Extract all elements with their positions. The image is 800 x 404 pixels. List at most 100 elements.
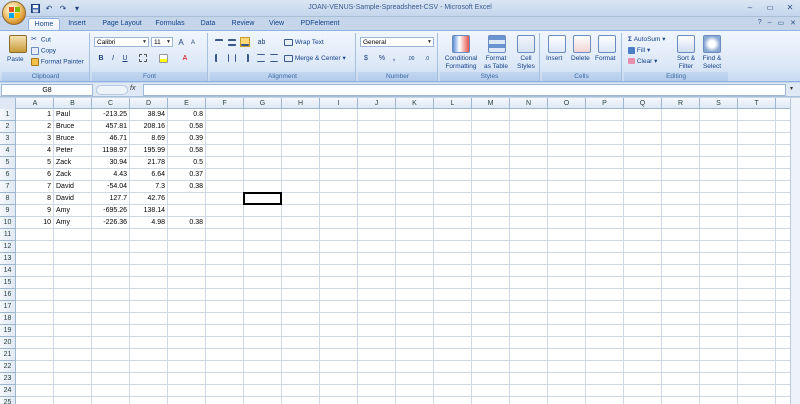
cell-d4[interactable]: 195.99 bbox=[130, 145, 167, 157]
selected-cell-outline[interactable] bbox=[243, 192, 282, 205]
cell-d7[interactable]: 7.3 bbox=[130, 181, 167, 193]
copy-button[interactable]: Copy bbox=[31, 47, 56, 56]
cell-a3[interactable]: 3 bbox=[17, 133, 53, 145]
cell-a6[interactable]: 6 bbox=[17, 169, 53, 181]
minimize-button[interactable]: – bbox=[744, 2, 756, 13]
format-as-table-button[interactable]: Format as Table bbox=[480, 55, 512, 71]
row-header-23[interactable]: 23 bbox=[0, 373, 16, 385]
borders-button[interactable] bbox=[138, 53, 148, 63]
fill-color-button[interactable] bbox=[158, 53, 168, 63]
tab-view[interactable]: View bbox=[263, 18, 290, 30]
cell-b1[interactable]: Paul bbox=[54, 109, 91, 121]
cell-c5[interactable]: 30.94 bbox=[92, 157, 129, 169]
binoculars-icon[interactable] bbox=[703, 35, 721, 53]
wrap-text-button[interactable]: Wrap Text bbox=[284, 39, 324, 47]
cell-d8[interactable]: 42.76 bbox=[130, 193, 167, 205]
cell-c10[interactable]: -226.36 bbox=[92, 217, 129, 229]
orientation-button[interactable]: ab bbox=[256, 37, 266, 47]
column-header-s[interactable]: S bbox=[700, 98, 738, 109]
tab-formulas[interactable]: Formulas bbox=[151, 18, 189, 30]
clear-button[interactable]: Clear ▾ bbox=[628, 58, 657, 66]
delete-cells-icon[interactable] bbox=[573, 35, 591, 53]
cell-c7[interactable]: -54.04 bbox=[92, 181, 129, 193]
row-header-14[interactable]: 14 bbox=[0, 265, 16, 277]
cell-e4[interactable]: 0.58 bbox=[168, 145, 205, 157]
bold-button[interactable]: B bbox=[96, 53, 106, 63]
currency-button[interactable]: $ bbox=[361, 53, 371, 63]
cell-b3[interactable]: Bruce bbox=[54, 133, 91, 145]
column-header-e[interactable]: E bbox=[168, 98, 206, 109]
cell-a9[interactable]: 9 bbox=[17, 205, 53, 217]
align-middle-button[interactable] bbox=[227, 37, 237, 47]
column-header-t[interactable]: T bbox=[738, 98, 776, 109]
cut-button[interactable]: ✂ Cut bbox=[31, 36, 51, 45]
cell-d10[interactable]: 4.98 bbox=[130, 217, 167, 229]
close-button[interactable]: ✕ bbox=[784, 2, 796, 13]
row-header-19[interactable]: 19 bbox=[0, 325, 16, 337]
number-format-dropdown[interactable]: General ▼ bbox=[360, 37, 434, 47]
formula-input[interactable] bbox=[143, 84, 786, 96]
cell-a8[interactable]: 8 bbox=[17, 193, 53, 205]
row-header-25[interactable]: 25 bbox=[0, 397, 16, 404]
formula-bar-splitter[interactable] bbox=[96, 85, 128, 95]
cell-b10[interactable]: Amy bbox=[54, 217, 91, 229]
increase-decimal-button[interactable]: .00 bbox=[404, 53, 418, 63]
column-header-m[interactable]: M bbox=[472, 98, 510, 109]
row-header-4[interactable]: 4 bbox=[0, 145, 16, 157]
decrease-indent-button[interactable] bbox=[256, 53, 266, 63]
row-header-10[interactable]: 10 bbox=[0, 217, 16, 229]
comma-button[interactable]: , bbox=[389, 53, 399, 63]
insert-cells-button[interactable]: Insert bbox=[546, 55, 562, 63]
row-header-20[interactable]: 20 bbox=[0, 337, 16, 349]
cell-e2[interactable]: 0.58 bbox=[168, 121, 205, 133]
cell-styles-icon[interactable] bbox=[517, 35, 535, 53]
row-header-2[interactable]: 2 bbox=[0, 121, 16, 133]
cell-d6[interactable]: 6.64 bbox=[130, 169, 167, 181]
column-header-a[interactable]: A bbox=[17, 98, 54, 109]
align-left-button[interactable] bbox=[214, 53, 224, 63]
format-cells-icon[interactable] bbox=[598, 35, 616, 53]
cell-styles-button[interactable]: Cell Styles bbox=[512, 55, 540, 71]
cell-d2[interactable]: 208.16 bbox=[130, 121, 167, 133]
row-header-13[interactable]: 13 bbox=[0, 253, 16, 265]
align-center-button[interactable] bbox=[227, 53, 237, 63]
column-header-k[interactable]: K bbox=[396, 98, 434, 109]
cell-b5[interactable]: Zack bbox=[54, 157, 91, 169]
row-header-17[interactable]: 17 bbox=[0, 301, 16, 313]
select-all-corner[interactable] bbox=[0, 98, 16, 109]
delete-cells-button[interactable]: Delete bbox=[571, 55, 590, 63]
cell-c8[interactable]: 127.7 bbox=[92, 193, 129, 205]
row-header-18[interactable]: 18 bbox=[0, 313, 16, 325]
column-header-b[interactable]: B bbox=[54, 98, 92, 109]
align-top-button[interactable] bbox=[214, 37, 224, 47]
row-header-7[interactable]: 7 bbox=[0, 181, 16, 193]
sort-filter-button[interactable]: Sort & Filter bbox=[674, 55, 698, 71]
column-header-i[interactable]: I bbox=[320, 98, 358, 109]
shrink-font-button[interactable]: A bbox=[188, 37, 198, 47]
find-select-button[interactable]: Find & Select bbox=[699, 55, 725, 71]
cell-b8[interactable]: David bbox=[54, 193, 91, 205]
cell-a10[interactable]: 10 bbox=[17, 217, 53, 229]
format-cells-button[interactable]: Format bbox=[595, 55, 616, 63]
row-header-6[interactable]: 6 bbox=[0, 169, 16, 181]
column-header-q[interactable]: Q bbox=[624, 98, 662, 109]
cell-d3[interactable]: 8.69 bbox=[130, 133, 167, 145]
autosum-button[interactable]: Σ AutoSum ▾ bbox=[628, 36, 666, 44]
cell-b2[interactable]: Bruce bbox=[54, 121, 91, 133]
tab-data[interactable]: Data bbox=[194, 18, 222, 30]
row-header-22[interactable]: 22 bbox=[0, 361, 16, 373]
font-color-button[interactable]: A bbox=[180, 53, 190, 63]
cell-e7[interactable]: 0.38 bbox=[168, 181, 205, 193]
percent-button[interactable]: % bbox=[377, 53, 387, 63]
cell-c2[interactable]: 457.81 bbox=[92, 121, 129, 133]
row-header-15[interactable]: 15 bbox=[0, 277, 16, 289]
column-header-g[interactable]: G bbox=[244, 98, 282, 109]
cell-b9[interactable]: Amy bbox=[54, 205, 91, 217]
merge-center-button[interactable]: Merge & Center ▾ bbox=[284, 55, 346, 63]
column-header-r[interactable]: R bbox=[662, 98, 700, 109]
cell-a5[interactable]: 5 bbox=[17, 157, 53, 169]
ribbon-close-button[interactable]: ✕ bbox=[790, 19, 796, 27]
column-header-n[interactable]: N bbox=[510, 98, 548, 109]
insert-cells-icon[interactable] bbox=[548, 35, 566, 53]
row-header-1[interactable]: 1 bbox=[0, 109, 16, 121]
